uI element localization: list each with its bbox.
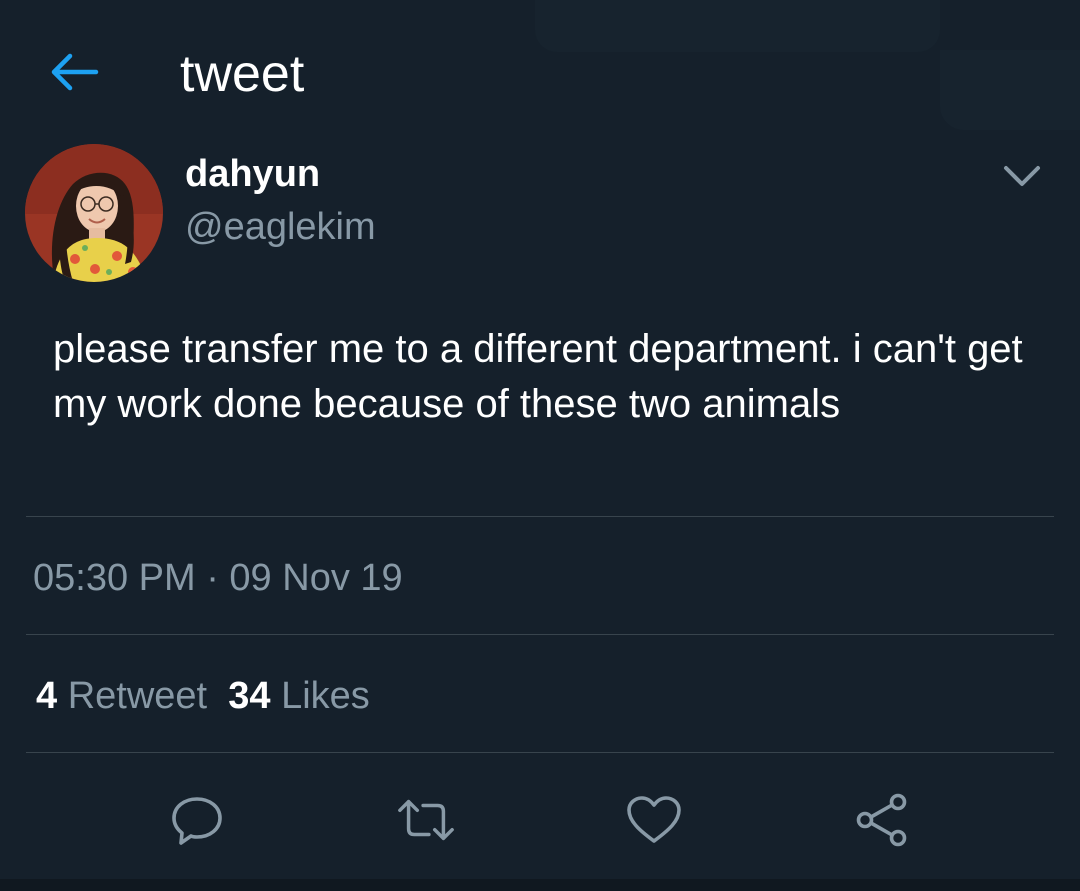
heart-icon xyxy=(627,796,681,843)
like-count: 34 xyxy=(228,675,271,717)
chevron-down-icon xyxy=(1004,166,1040,186)
tweet-text: please transfer me to a different depart… xyxy=(53,327,1023,426)
retweet-label: Retweet xyxy=(67,675,208,717)
author-handle[interactable]: @eaglekim xyxy=(185,205,376,249)
share-button[interactable] xyxy=(852,790,912,850)
retweet-icon xyxy=(398,799,454,841)
divider xyxy=(26,634,1054,635)
retweet-button[interactable] xyxy=(396,790,456,850)
reply-button[interactable] xyxy=(167,790,227,850)
tweet-timestamp[interactable]: 05:30 PM · 09 Nov 19 xyxy=(33,554,403,602)
arrow-left-icon xyxy=(51,53,99,91)
tweet-detail-screen: tweet dahyun @eaglekim please transfer m… xyxy=(0,0,1080,891)
like-label: Likes xyxy=(281,675,370,717)
app-header: tweet xyxy=(0,0,1080,145)
tweet-stats: 4 Retweet 34 Likes xyxy=(36,672,370,720)
profile-photo xyxy=(25,144,163,282)
back-button[interactable] xyxy=(46,50,102,94)
like-stat[interactable]: 34 Likes xyxy=(228,675,370,717)
reply-icon xyxy=(172,797,222,845)
tweet-menu-button[interactable] xyxy=(1000,160,1044,194)
page-title: tweet xyxy=(180,45,305,103)
divider xyxy=(26,516,1054,517)
retweet-stat[interactable]: 4 Retweet xyxy=(36,675,207,717)
retweet-count: 4 xyxy=(36,675,58,717)
divider xyxy=(26,752,1054,753)
bottom-edge xyxy=(0,879,1080,891)
like-button[interactable] xyxy=(624,790,684,850)
avatar[interactable] xyxy=(25,144,163,282)
author-display-name[interactable]: dahyun xyxy=(185,152,320,196)
share-icon xyxy=(856,793,907,847)
